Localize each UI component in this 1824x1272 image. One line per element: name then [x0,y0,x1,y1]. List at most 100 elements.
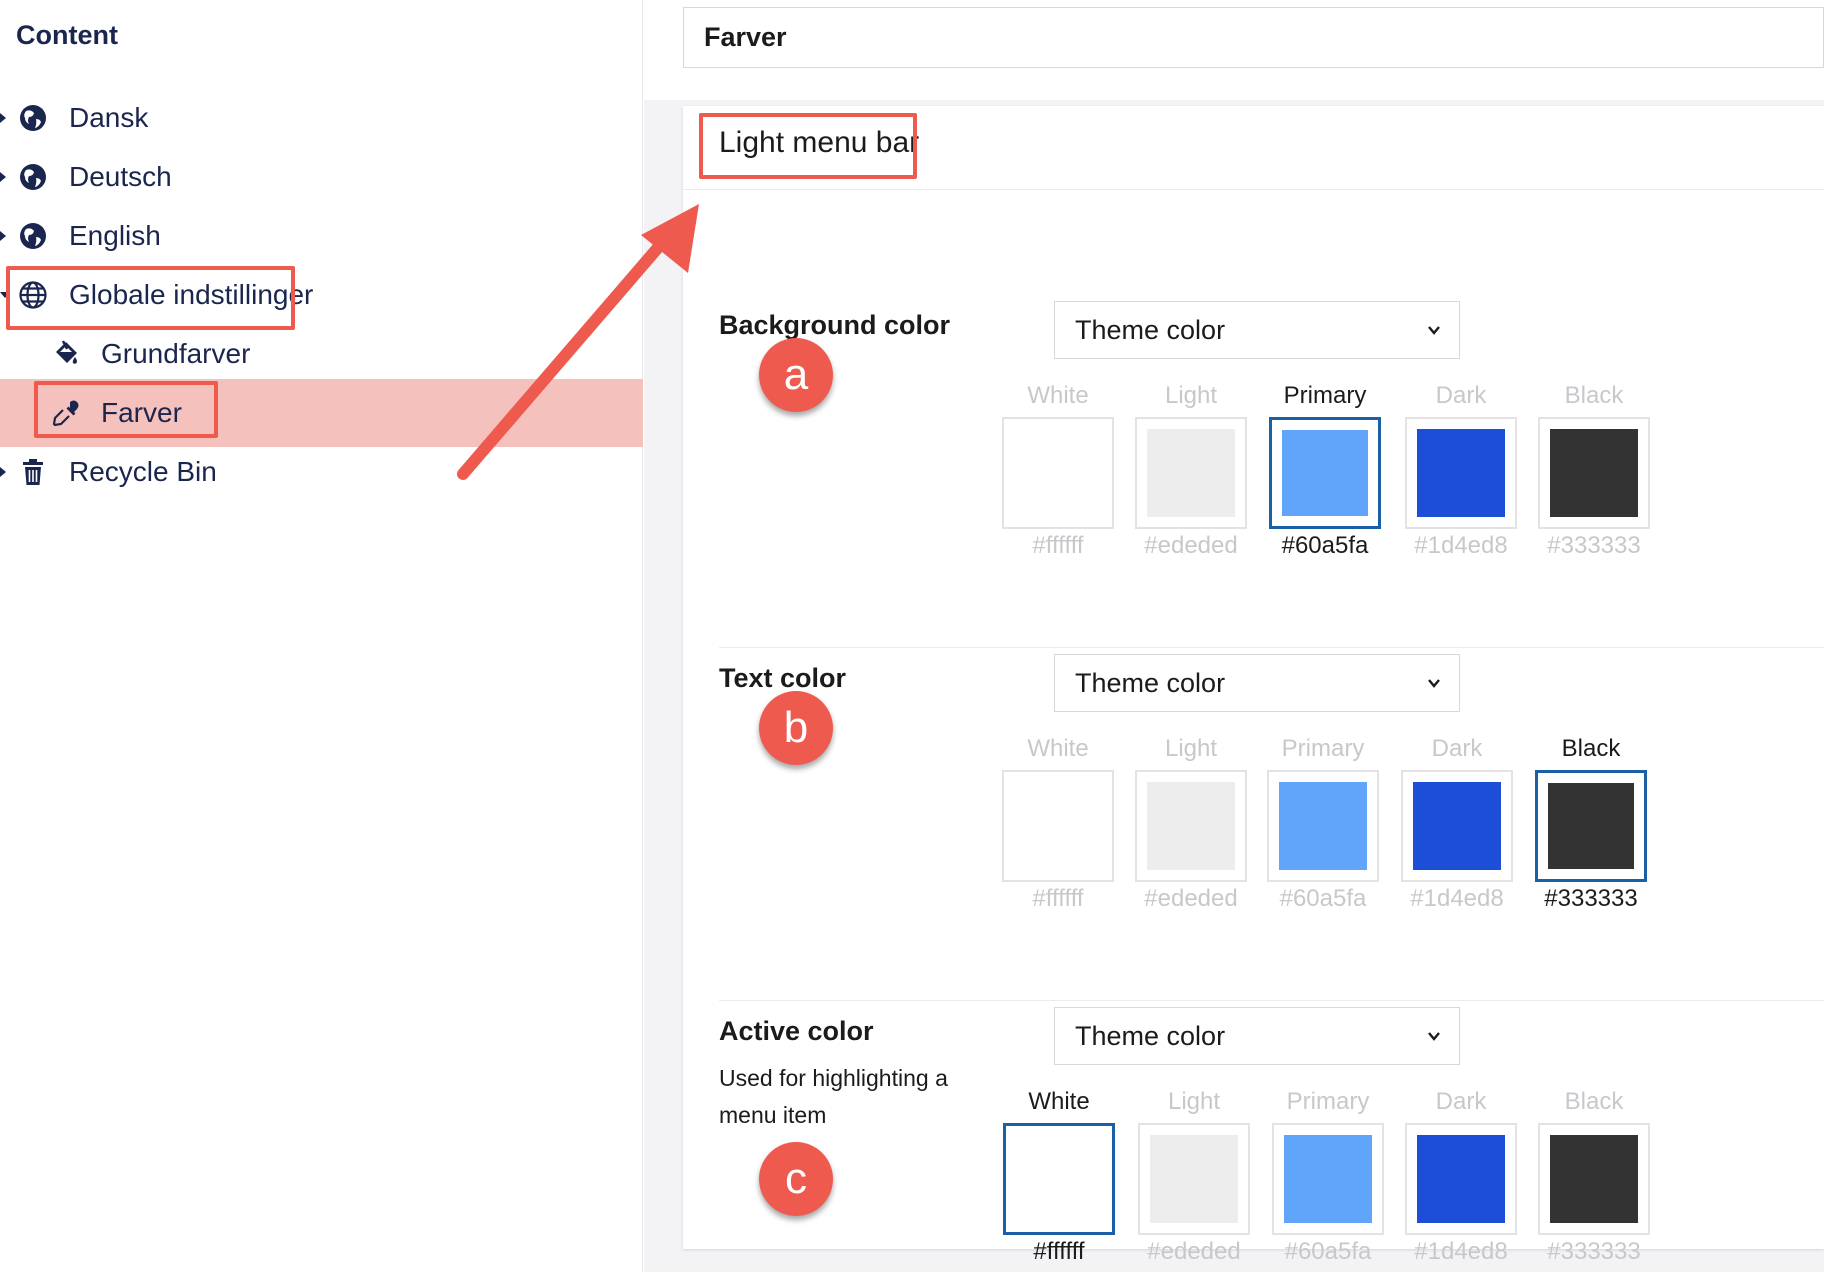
swatch-name: Dark [1431,735,1483,762]
theme-color-select[interactable]: Theme color [1054,1007,1460,1065]
tree-item-label: Grundfarver [101,338,251,369]
swatch-name: Black [1564,382,1624,409]
swatch-name: Primary [1281,735,1365,762]
swatch-hex: #ffffff [1032,885,1084,912]
swatch-name: White [1027,735,1089,762]
tree-item-english[interactable]: English [0,202,643,270]
swatch-box[interactable] [1135,417,1247,529]
swatch-hex: #1d4ed8 [1410,885,1504,912]
swatch-box[interactable] [1135,770,1247,882]
expand-caret-icon[interactable] [0,113,6,123]
expand-caret-icon[interactable] [0,172,6,182]
property-description: Used for highlighting a menu item [719,1065,948,1128]
swatch-hex: #60a5fa [1281,532,1369,559]
annotation-highlight-box [699,113,917,179]
swatch-name: Black [1561,735,1621,762]
theme-color-select[interactable]: Theme color [1054,654,1460,712]
swatch-fill [1413,782,1501,870]
globe-icon [16,101,50,135]
swatch-hex: #60a5fa [1284,1238,1372,1265]
swatch-hex: #1d4ed8 [1414,532,1508,559]
chevron-down-icon [1428,1032,1440,1041]
swatch-fill [1150,1135,1238,1223]
swatch-hex: #1d4ed8 [1414,1238,1508,1265]
swatch-fill [1550,429,1638,517]
select-value: Theme color [1075,667,1226,698]
swatch-fill [1014,782,1102,870]
property-divider [719,1000,1824,1001]
swatch-name: Primary [1286,1088,1370,1115]
swatch-fill [1417,429,1505,517]
swatch-box[interactable] [1002,770,1114,882]
paint-bucket-icon [49,337,83,371]
trash-icon [16,455,50,489]
expand-caret-icon[interactable] [0,467,6,477]
swatch-fill [1014,429,1102,517]
property-background-color: Background color Theme color a White #ff… [719,301,1824,648]
swatch-name: Dark [1435,382,1487,409]
tree-item-label: Dansk [69,102,149,133]
property-active-color: Active color Used for highlighting a men… [719,1007,1824,1272]
theme-color-select[interactable]: Theme color [1054,301,1460,359]
swatch-box[interactable] [1405,417,1517,529]
chevron-down-icon [1428,679,1440,688]
swatch-fill [1279,782,1367,870]
swatch-name: Black [1564,1088,1624,1115]
tree-item-grundfarver[interactable]: Grundfarver [0,320,643,388]
swatch-fill [1417,1135,1505,1223]
annotation-highlight-box [6,266,295,330]
editor-header: Farver [644,0,1824,100]
swatch-box[interactable] [1002,417,1114,529]
expand-caret-icon[interactable] [0,231,6,241]
swatch-box[interactable] [1538,417,1650,529]
property-label: Active color [719,1016,874,1046]
editor-panel: Farver Light menu bar Background color T… [644,0,1824,1272]
swatch-fill [1284,1135,1372,1223]
tree-item-label: English [69,220,161,251]
swatch-hex: #333333 [1544,885,1638,912]
tree-item-deutsch[interactable]: Deutsch [0,143,643,211]
globe-icon [16,160,50,194]
annotation-badge-a: a [759,338,833,412]
swatch-box-selected[interactable] [1003,1123,1115,1235]
swatch-fill [1016,1136,1102,1222]
swatch-name: White [1028,1088,1090,1115]
annotation-badge-c: c [759,1142,833,1216]
node-name-input[interactable]: Farver [683,7,1824,68]
swatch-box-selected[interactable] [1535,770,1647,882]
swatch-name: Light [1164,382,1218,409]
swatch-hex: #ededed [1144,532,1238,559]
property-text-color: Text color Theme color b White #ffffff L… [719,654,1824,1001]
swatch-hex: #ededed [1144,885,1238,912]
property-label: Background color [719,310,951,340]
select-value: Theme color [1075,1020,1226,1051]
swatch-name: Primary [1283,382,1367,409]
swatch-hex: #60a5fa [1279,885,1367,912]
swatch-hex: #ffffff [1033,1238,1085,1265]
tree-item-recycle-bin[interactable]: Recycle Bin [0,438,643,506]
swatch-name: Light [1167,1088,1221,1115]
swatch-hex: #ededed [1147,1238,1241,1265]
swatch-box[interactable] [1538,1123,1650,1235]
swatch-hex: #333333 [1547,1238,1641,1265]
annotation-highlight-box [34,381,218,438]
swatch-name: Dark [1435,1088,1487,1115]
tree-item-label: Deutsch [69,161,172,192]
content-tree: Content Dansk Deutsch English Globale in… [0,0,643,1272]
swatch-box[interactable] [1405,1123,1517,1235]
swatch-box[interactable] [1267,770,1379,882]
swatch-box[interactable] [1272,1123,1384,1235]
swatch-box[interactable] [1138,1123,1250,1235]
annotation-badge-b: b [759,691,833,765]
globe-icon [16,219,50,253]
tree-item-dansk[interactable]: Dansk [0,84,643,152]
swatch-box[interactable] [1401,770,1513,882]
swatch-box-selected[interactable] [1269,417,1381,529]
select-value: Theme color [1075,314,1226,345]
swatch-hex: #ffffff [1032,532,1084,559]
swatch-fill [1147,429,1235,517]
swatch-fill [1550,1135,1638,1223]
swatch-fill [1282,430,1368,516]
swatch-hex: #333333 [1547,532,1641,559]
swatch-name: Light [1164,735,1218,762]
